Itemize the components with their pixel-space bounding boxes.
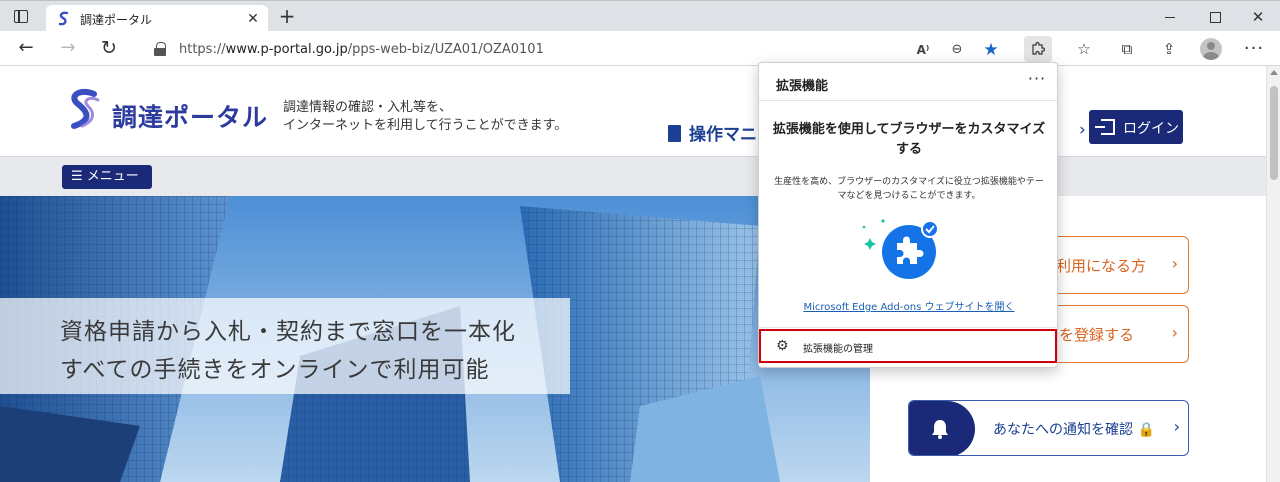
manual-label: 操作マニ <box>689 125 757 145</box>
url-host: www.p-portal.go.jp <box>225 42 348 57</box>
extensions-description: 生産性を高め、ブラウザーのカスタマイズに役立つ拡張機能やテーマなどを見つけること… <box>774 177 1044 201</box>
manual-link[interactable]: 操作マニ <box>668 120 757 145</box>
menu-bar: ☰ メニュー <box>0 156 1266 196</box>
url-path: /pps-web-biz/UZA01/OZA0101 <box>347 42 544 57</box>
forward-button[interactable]: → <box>55 36 81 62</box>
extensions-popup-title: 拡張機能 <box>776 79 829 94</box>
extensions-more-icon[interactable]: ··· <box>1025 69 1049 89</box>
close-window-button[interactable]: ✕ <box>1248 7 1268 27</box>
menu-button[interactable]: ☰ メニュー <box>62 165 152 189</box>
manage-extensions-item[interactable]: ⚙ 拡張機能の管理 <box>759 329 1057 363</box>
scroll-up-arrow-icon[interactable] <box>1270 70 1278 75</box>
profile-button[interactable] <box>1197 36 1225 62</box>
bell-icon <box>932 420 948 439</box>
address-bar[interactable]: https://www.p-portal.go.jp/pps-web-biz/U… <box>140 35 1012 63</box>
chevron-right-icon: › <box>1171 254 1178 273</box>
extension-puzzle-illustration-icon <box>862 219 939 279</box>
maximize-button[interactable] <box>1205 7 1225 27</box>
browser-tab[interactable]: 調達ポータル ✕ <box>46 5 268 33</box>
reload-button[interactable]: ↻ <box>96 36 122 62</box>
hero-headline-1: 資格申請から入札・契約まで窓口を一本化 <box>60 319 516 345</box>
hero-headline-2: すべての手続きをオンラインで利用可能 <box>60 357 490 383</box>
zoom-out-icon[interactable]: ⊖ <box>947 40 967 60</box>
favorite-star-icon[interactable]: ★ <box>981 40 1001 60</box>
tagline-line-1: 調達情報の確認・入札等を、 <box>283 100 453 115</box>
lock-icon[interactable] <box>154 42 166 56</box>
more-menu-icon[interactable]: ··· <box>1240 36 1268 62</box>
chevron-right-icon: › <box>1173 417 1180 436</box>
url-text[interactable]: https://www.p-portal.go.jp/pps-web-biz/U… <box>179 42 544 57</box>
chevron-right-icon: › <box>1171 323 1178 342</box>
login-icon <box>1095 119 1115 135</box>
tagline-line-2: インターネットを利用して行うことができます。 <box>283 118 568 133</box>
notifications-label: あなたへの通知を確認 🔒 <box>993 422 1155 438</box>
logo-text[interactable]: 調達ポータル <box>112 98 268 134</box>
extensions-button[interactable] <box>1024 36 1052 62</box>
back-button[interactable]: ← <box>13 36 39 62</box>
divider <box>759 100 1057 101</box>
read-aloud-icon[interactable]: A⁾ <box>913 40 933 60</box>
login-label: ログイン <box>1123 121 1179 137</box>
tab-title: 調達ポータル <box>80 13 153 27</box>
site-tagline: 調達情報の確認・入札等を、 インターネットを利用して行うことができます。 <box>283 99 567 135</box>
extensions-popup: 拡張機能 ··· 拡張機能を使用してブラウザーをカスタマイズする 生産性を高め、… <box>758 62 1058 368</box>
login-button[interactable]: ログイン <box>1089 110 1183 144</box>
page-scrollbar[interactable] <box>1266 66 1280 482</box>
portal-favicon-icon <box>58 11 69 26</box>
browser-toolbar: ← → ↻ https://www.p-portal.go.jp/pps-web… <box>0 31 1280 66</box>
tab-actions-icon[interactable] <box>8 7 34 27</box>
book-icon <box>668 125 681 142</box>
favorites-icon[interactable]: ☆ <box>1070 36 1098 62</box>
url-prefix: https:// <box>179 42 226 57</box>
close-tab-icon[interactable]: ✕ <box>244 10 262 28</box>
chevron-right-icon: › <box>1079 120 1086 140</box>
puzzle-icon <box>1032 41 1046 55</box>
extensions-heading: 拡張機能を使用してブラウザーをカスタマイズする <box>772 122 1046 157</box>
web-page: 調達ポータル 調達情報の確認・入札等を、 インターネットを利用して行うことができ… <box>0 66 1266 482</box>
divider <box>759 327 1057 328</box>
register-label: を登録する <box>1059 326 1135 344</box>
edge-addons-link[interactable]: Microsoft Edge Add-ons ウェブサイトを開く <box>769 298 1049 313</box>
notifications-button[interactable]: あなたへの通知を確認 🔒 › <box>908 400 1189 456</box>
gear-icon: ⚙ <box>776 338 789 354</box>
manage-extensions-label: 拡張機能の管理 <box>803 344 873 355</box>
collections-icon[interactable]: ⧉ <box>1113 36 1141 62</box>
notification-badge <box>909 401 975 455</box>
new-tab-button[interactable]: + <box>275 5 299 29</box>
share-icon[interactable]: ⇪ <box>1155 36 1183 62</box>
site-header: 調達ポータル 調達情報の確認・入札等を、 インターネットを利用して行うことができ… <box>0 66 1266 156</box>
avatar-icon <box>1200 38 1222 60</box>
scroll-thumb[interactable] <box>1270 86 1278 180</box>
minimize-button[interactable] <box>1160 7 1180 27</box>
portal-logo-icon[interactable] <box>62 86 108 132</box>
tab-bar: 調達ポータル ✕ + ✕ <box>0 0 1280 33</box>
